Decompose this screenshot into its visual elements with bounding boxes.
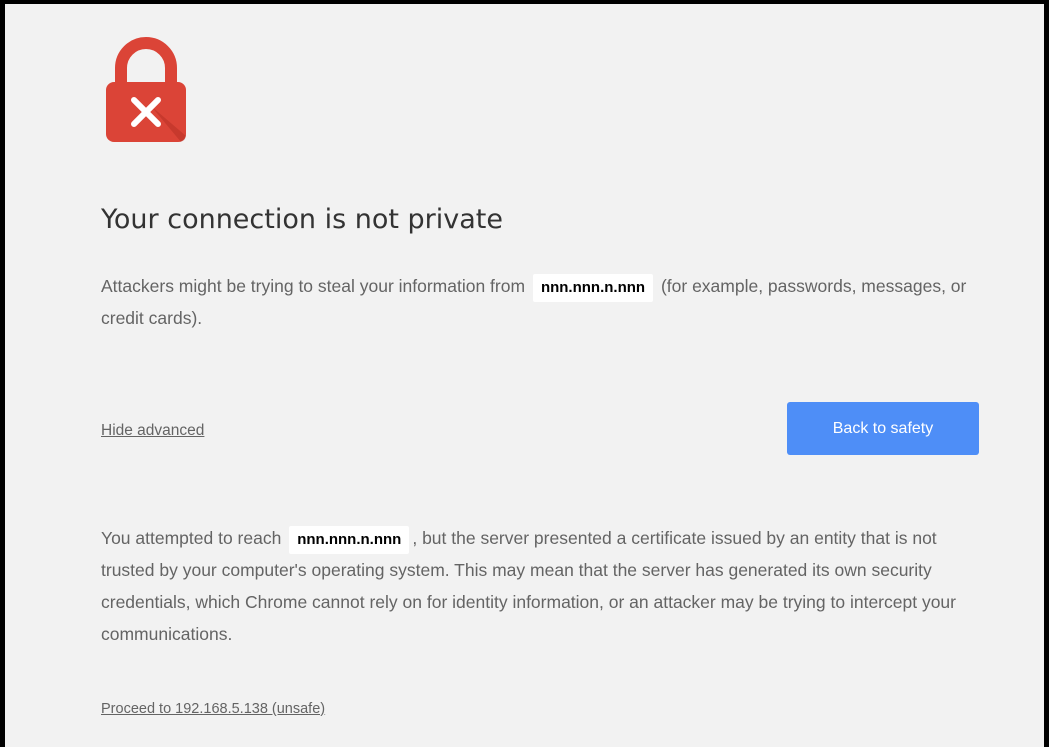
page-title: Your connection is not private bbox=[101, 204, 503, 235]
host-badge: nnn.nnn.n.nnn bbox=[289, 526, 410, 554]
interstitial-page: Your connection is not private Attackers… bbox=[0, 0, 1049, 747]
hide-advanced-link[interactable]: Hide advanced bbox=[101, 422, 204, 440]
proceed-unsafe-link[interactable]: Proceed to 192.168.5.138 (unsafe) bbox=[101, 701, 325, 717]
lock-error-icon bbox=[101, 36, 191, 146]
summary-text-before: Attackers might be trying to steal your … bbox=[101, 276, 526, 296]
host-badge: nnn.nnn.n.nnn bbox=[532, 274, 654, 302]
details-text: You attempted to reach nnn.nnn.n.nnn, bu… bbox=[101, 522, 991, 650]
back-to-safety-button[interactable]: Back to safety bbox=[787, 402, 979, 455]
summary-text: Attackers might be trying to steal your … bbox=[101, 270, 1001, 334]
details-text-before: You attempted to reach bbox=[101, 528, 282, 548]
